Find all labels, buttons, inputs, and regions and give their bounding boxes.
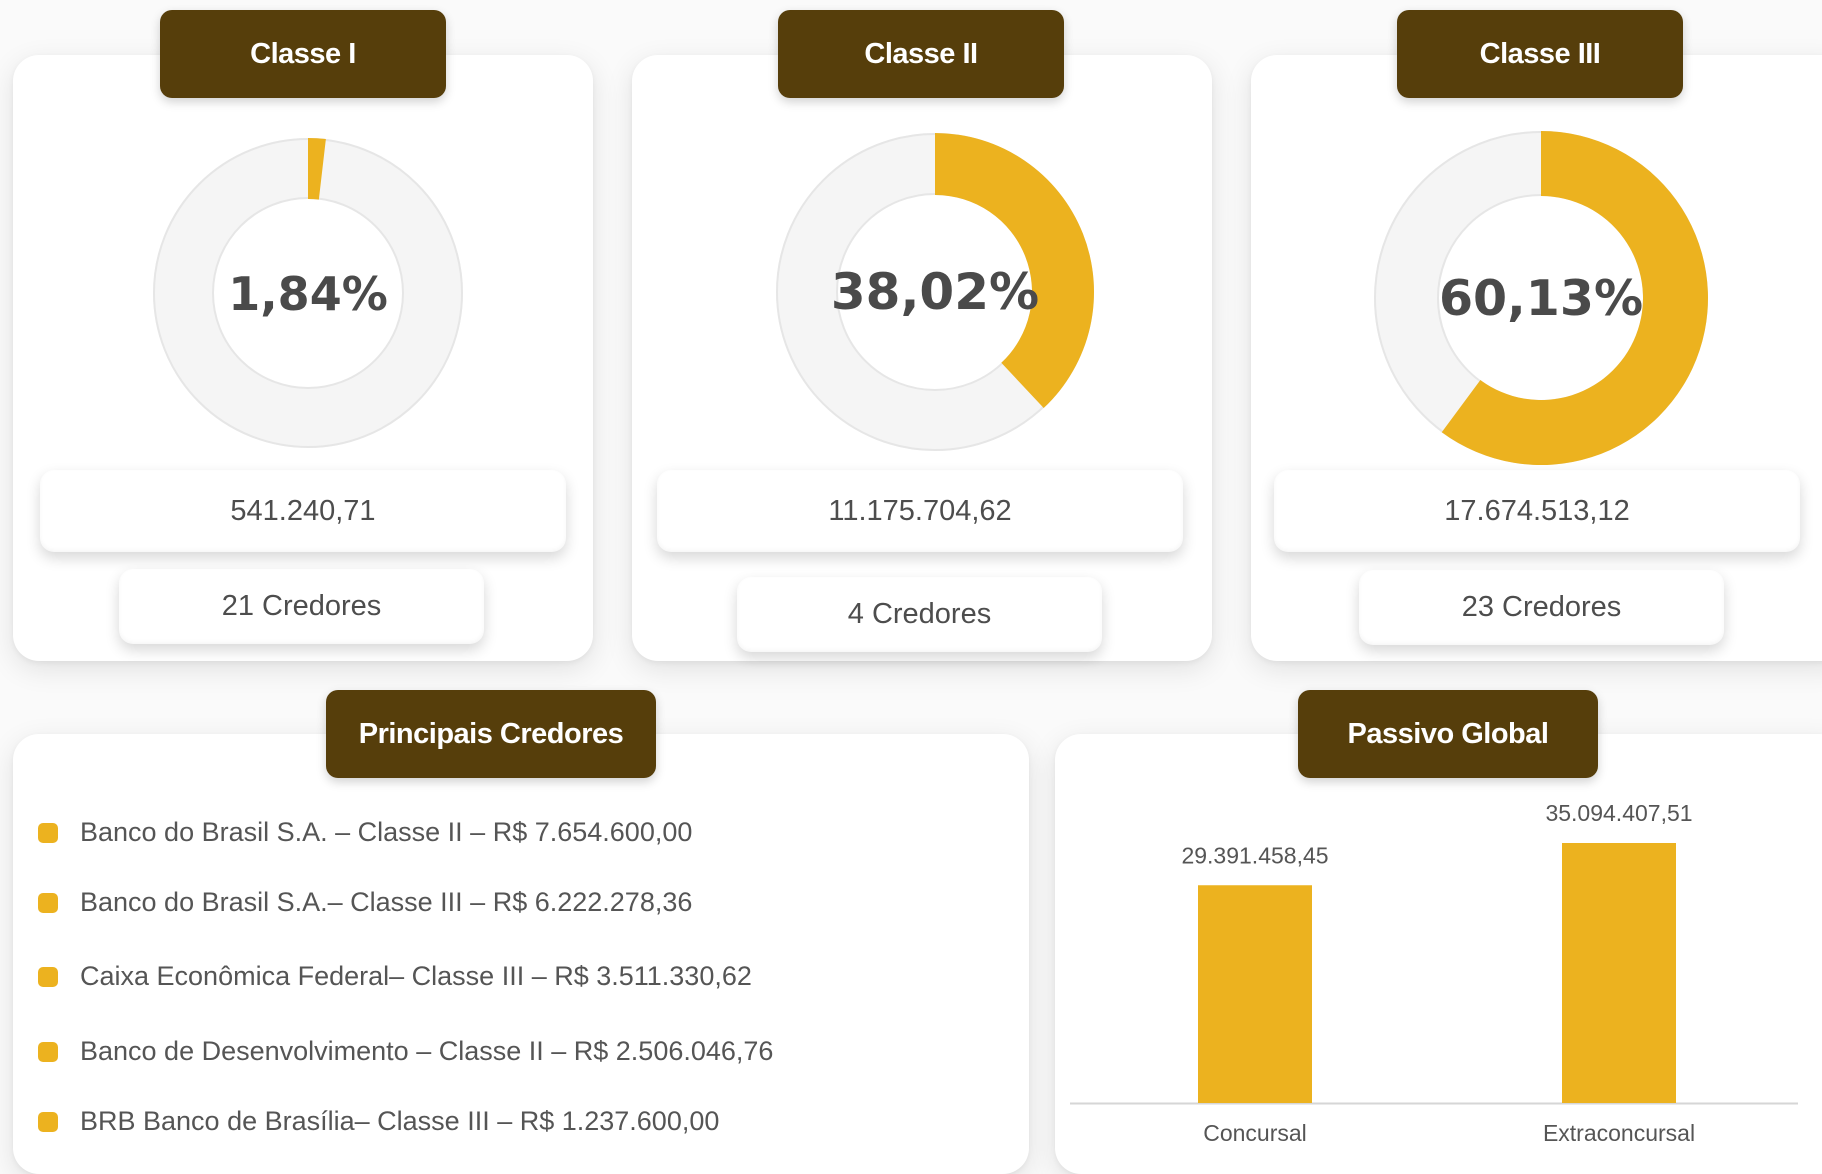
class-3-creditors: 23 Credores (1359, 570, 1724, 645)
bullet-icon (38, 1111, 58, 1132)
credor-text: Banco de Desenvolvimento – Classe II – R… (80, 1036, 774, 1066)
class-1-donut: 1,84% (153, 138, 463, 448)
passivo-global-chart: 29.391.458,45 Concursal 35.094.407,51 Extra… (1070, 800, 1798, 1146)
passivo-global-title: Passivo Global (1298, 690, 1598, 778)
list-item: Banco do Brasil S.A.– Classe III – R$ 6.… (38, 887, 692, 918)
class-2-title: Classe II (778, 10, 1064, 98)
bullet-icon (38, 966, 58, 987)
list-item: Banco do Brasil S.A. – Classe II – R$ 7.… (38, 817, 692, 848)
credor-text: Banco do Brasil S.A. – Classe II – R$ 7.… (80, 817, 693, 847)
donut-center-label: 1,84% (228, 267, 388, 321)
class-1-value: 541.240,71 (40, 470, 566, 552)
list-item: Banco de Desenvolvimento – Classe II – R… (38, 1036, 773, 1067)
bullet-icon (38, 822, 58, 843)
donut-center-label: 60,13% (1439, 270, 1643, 327)
credor-text: BRB Banco de Brasília– Classe III – R$ 1… (80, 1106, 720, 1136)
class-3-value: 17.674.513,12 (1274, 470, 1800, 552)
class-2-donut: 38,02% (776, 133, 1094, 451)
list-item: Caixa Econômica Federal– Classe III – R$… (38, 961, 752, 992)
class-1-title: Classe I (160, 10, 446, 98)
class-3-title: Classe III (1397, 10, 1683, 98)
bar-category-label: Extraconcursal (1543, 1120, 1695, 1146)
credor-text: Caixa Econômica Federal– Classe III – R$… (80, 961, 752, 991)
bar-value-label: 35.094.407,51 (1545, 800, 1692, 826)
bar-category-label: Concursal (1203, 1120, 1307, 1146)
bullet-icon (38, 892, 58, 913)
bar-concursal (1198, 885, 1312, 1103)
bar-value-label: 29.391.458,45 (1181, 842, 1328, 868)
list-item: BRB Banco de Brasília– Classe III – R$ 1… (38, 1106, 719, 1137)
class-3-donut: 60,13% (1374, 131, 1708, 466)
principais-credores-title: Principais Credores (326, 690, 656, 778)
bullet-icon (38, 1041, 58, 1062)
class-1-creditors: 21 Credores (119, 569, 484, 644)
bar-extraconcursal (1562, 843, 1676, 1103)
credor-text: Banco do Brasil S.A.– Classe III – R$ 6.… (80, 887, 693, 917)
donut-center-label: 38,02% (831, 263, 1039, 321)
class-2-value: 11.175.704,62 (657, 470, 1183, 552)
class-2-creditors: 4 Credores (737, 577, 1102, 652)
